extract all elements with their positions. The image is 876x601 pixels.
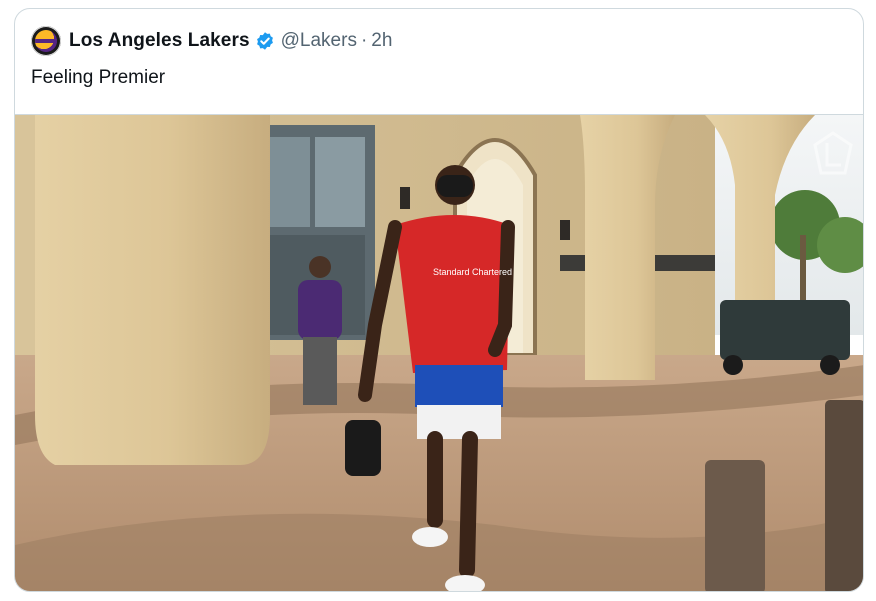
photo-illustration: Standard Chartered (15, 115, 863, 591)
separator-dot: · (360, 30, 368, 51)
tweet-media-photo[interactable]: Standard Chartered (15, 114, 863, 591)
tweet-header: Los Angeles Lakers @Lakers · 2h (31, 25, 392, 57)
lakers-logo-icon (35, 30, 57, 52)
verified-badge-icon (255, 31, 275, 51)
tweet-timestamp[interactable]: 2h (371, 30, 392, 52)
avatar[interactable] (31, 26, 61, 56)
tweet-card[interactable]: Los Angeles Lakers @Lakers · 2h Feeling … (14, 8, 864, 592)
user-handle[interactable]: @Lakers (281, 30, 357, 52)
tweet-text: Feeling Premier (31, 67, 166, 88)
display-name[interactable]: Los Angeles Lakers (69, 30, 250, 52)
jersey-sponsor-text: Standard Chartered (433, 267, 512, 277)
